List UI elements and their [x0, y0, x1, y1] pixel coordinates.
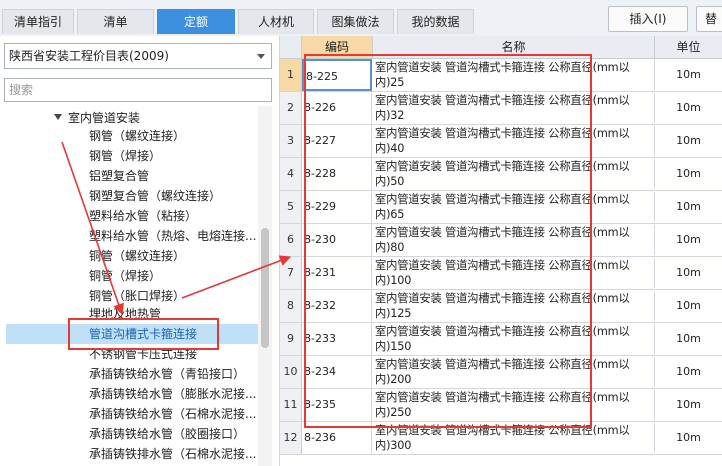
unit-cell[interactable]: 10m: [655, 257, 722, 289]
unit-cell[interactable]: 10m: [655, 59, 722, 91]
tab-list-guide[interactable]: 清单指引: [2, 9, 74, 34]
annotation-box-selected-node: [68, 318, 219, 350]
unit-column-header[interactable]: 单位: [655, 36, 722, 58]
tree-node[interactable]: 钢塑复合管（螺纹连接）: [89, 186, 221, 206]
tree-node[interactable]: 钢管（焊接）: [89, 146, 161, 166]
row-number-header: [280, 36, 302, 58]
tab-my-data[interactable]: 我的数据: [397, 9, 474, 34]
row-number: 9: [280, 323, 302, 355]
unit-cell[interactable]: 10m: [655, 224, 722, 256]
tree-node[interactable]: 铜管（焊接）: [89, 266, 161, 286]
tree-node[interactable]: 承插铸铁给水管（胶圈接口）: [89, 424, 245, 444]
tree-node[interactable]: 承插铸铁给水管（青铅接口）: [89, 364, 245, 384]
row-number: 4: [280, 158, 302, 190]
row-number: 10: [280, 356, 302, 388]
tree-node[interactable]: 铝塑复合管: [89, 166, 149, 186]
row-number: 7: [280, 257, 302, 289]
replace-button[interactable]: 替: [696, 6, 722, 32]
unit-cell[interactable]: 10m: [655, 92, 722, 124]
tree-scrollbar[interactable]: [258, 106, 272, 466]
tree-node[interactable]: 塑料给水管（粘接）: [89, 206, 197, 226]
row-number: 1: [280, 59, 302, 91]
library-select[interactable]: 陕西省安装工程价目表(2009): [4, 43, 272, 69]
unit-cell[interactable]: 10m: [655, 125, 722, 157]
unit-cell[interactable]: 10m: [655, 290, 722, 322]
tree-node[interactable]: 铜管（胀口焊接）: [89, 286, 185, 306]
tab-quota[interactable]: 定额: [157, 9, 235, 34]
unit-cell[interactable]: 10m: [655, 191, 722, 223]
quota-library-panel: 陕西省安装工程价目表(2009) 室内管道安装 钢管（螺纹连接） 钢管（焊接） …: [0, 36, 280, 466]
chevron-down-icon: [257, 54, 265, 59]
tree-node[interactable]: 铜管（螺纹连接）: [89, 246, 185, 266]
insert-button[interactable]: 插入(I): [608, 6, 688, 32]
unit-cell[interactable]: 10m: [655, 158, 722, 190]
tree-node[interactable]: 塑料给水管（热熔、电熔连接...: [89, 226, 256, 246]
scrollbar-thumb[interactable]: [261, 228, 269, 348]
unit-cell[interactable]: 10m: [655, 356, 722, 388]
tree-node[interactable]: 承插铸铁给水管（石棉水泥接...: [89, 404, 256, 424]
tree-node[interactable]: 钢管（螺纹连接）: [89, 126, 185, 146]
search-input[interactable]: [4, 78, 272, 102]
tab-labor-material-machine[interactable]: 人材机: [238, 9, 314, 34]
quota-tree: 室内管道安装 钢管（螺纹连接） 钢管（焊接） 铝塑复合管 钢塑复合管（螺纹连接）…: [0, 106, 258, 466]
row-number: 6: [280, 224, 302, 256]
library-select-value: 陕西省安装工程价目表(2009): [9, 49, 169, 63]
tab-list[interactable]: 清单: [77, 9, 154, 34]
tab-atlas-method[interactable]: 图集做法: [317, 9, 394, 34]
row-number: 2: [280, 92, 302, 124]
tree-node[interactable]: 承插铸铁给水管（膨胀水泥接...: [89, 384, 256, 404]
tree-node[interactable]: 承插铸铁排水管（石棉水泥接...: [89, 444, 256, 464]
row-number: 3: [280, 125, 302, 157]
annotation-box-results: [304, 54, 592, 428]
row-number: 8: [280, 290, 302, 322]
row-number: 5: [280, 191, 302, 223]
collapse-triangle-icon[interactable]: [54, 114, 62, 120]
row-number: 11: [280, 389, 302, 421]
row-number: 12: [280, 422, 302, 454]
unit-cell[interactable]: 10m: [655, 389, 722, 421]
tree-node-parent[interactable]: 室内管道安装: [68, 108, 140, 128]
unit-cell[interactable]: 10m: [655, 422, 722, 454]
tab-bar: 清单指引 清单 定额 人材机 图集做法 我的数据 插入(I) 替: [0, 0, 722, 37]
unit-cell[interactable]: 10m: [655, 323, 722, 355]
